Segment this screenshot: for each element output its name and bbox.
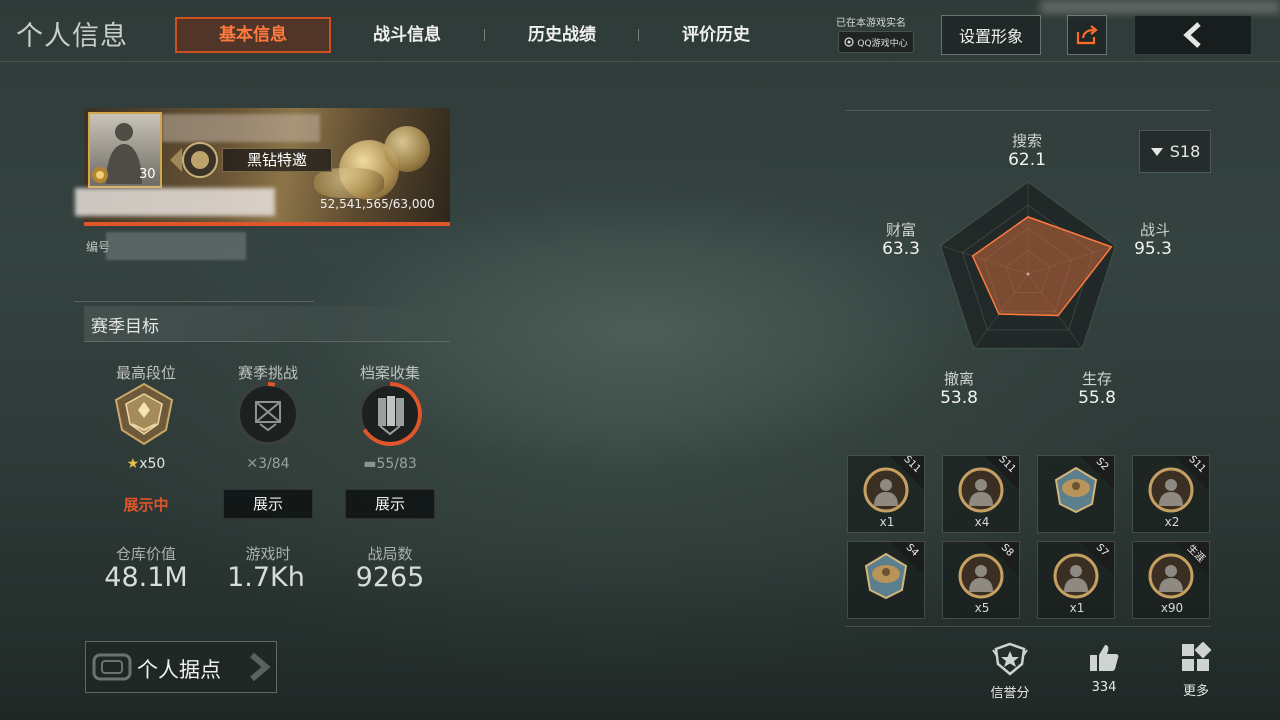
base-icon: [92, 653, 132, 681]
warehouse-value-label: 仓库价值: [115, 545, 176, 563]
share-icon: [1076, 25, 1098, 45]
credit-score-label: 信誉分: [990, 686, 1030, 701]
blurred-area: [1040, 0, 1280, 14]
player-level: 30: [139, 167, 156, 182]
badge-count: x4: [974, 515, 990, 529]
grid-more-icon: [1182, 641, 1212, 671]
tab-separator: [638, 29, 639, 41]
realname-note: 已在本游戏实名: [836, 18, 906, 29]
season-goals-title: 赛季目标: [91, 317, 159, 337]
tab-separator: [484, 29, 485, 41]
season-challenge-icon[interactable]: [234, 380, 302, 448]
back-button[interactable]: [1134, 15, 1252, 55]
chevron-down-icon: [1150, 147, 1163, 156]
badge-count: x5: [974, 601, 990, 615]
redacted-info: [75, 188, 275, 216]
match-count-value: 9265: [355, 562, 425, 593]
season-dropdown-value: S18: [1169, 142, 1201, 161]
badge-count: x2: [1164, 515, 1180, 529]
more-label: 更多: [1182, 684, 1209, 699]
redacted-player-id: [106, 232, 246, 260]
radar-axis-combat-name: 战斗: [1139, 221, 1170, 239]
radar-axis-wealth-value: 63.3: [882, 239, 920, 259]
play-time-value: 1.7Kh: [227, 562, 305, 593]
qq-icon: [844, 37, 855, 47]
badge-item[interactable]: S11 x2: [1132, 455, 1210, 533]
archive-collection-count: ▬55/83: [363, 456, 417, 472]
radar-axis-survival-name: 生存: [1081, 370, 1112, 388]
laurel-icon: [92, 167, 108, 183]
divider: [845, 110, 1211, 111]
show-challenge-button[interactable]: 展示: [223, 489, 313, 519]
tab-review-history[interactable]: 评价历史: [659, 17, 773, 53]
radar-axis-combat-value: 95.3: [1134, 239, 1172, 259]
rank-emblem-icon: [170, 142, 218, 178]
tab-battle-info[interactable]: 战斗信息: [350, 17, 464, 53]
badge-item[interactable]: S7 x1: [1037, 541, 1115, 619]
folder-icon: ▬: [363, 456, 377, 472]
set-avatar-button[interactable]: 设置形象: [941, 15, 1041, 55]
badge-item[interactable]: S11 x1: [847, 455, 925, 533]
badge-item[interactable]: S8 x5: [942, 541, 1020, 619]
badge-count: x1: [1069, 601, 1085, 615]
match-count-label: 战局数: [367, 545, 413, 563]
badge-item[interactable]: S11 x4: [942, 455, 1020, 533]
personal-base-label: 个人据点: [137, 658, 221, 682]
progress-bar-fill: [84, 222, 450, 226]
star-icon: ★: [126, 456, 140, 472]
asset-progress-text: 52,541,565/63,000: [320, 197, 435, 211]
season-dropdown[interactable]: S18: [1139, 130, 1211, 173]
play-time-label: 游戏时: [245, 545, 291, 563]
divider: [845, 626, 1211, 627]
radar-chart: [939, 181, 1117, 349]
more-button[interactable]: 更多: [1166, 641, 1226, 699]
chevron-right-icon: [250, 652, 271, 682]
share-button[interactable]: [1067, 15, 1107, 55]
page-title: 个人信息: [16, 21, 128, 52]
badge-item[interactable]: S4: [847, 541, 925, 619]
show-archive-button[interactable]: 展示: [345, 489, 435, 519]
qq-badge-label: QQ游戏中心: [857, 38, 908, 49]
highest-rank-count: ★x50: [126, 456, 166, 472]
tab-history-record[interactable]: 历史战绩: [505, 17, 619, 53]
badge-item[interactable]: S2: [1037, 455, 1115, 533]
qq-game-center-badge[interactable]: QQ游戏中心: [838, 31, 914, 53]
radar-axis-extract-value: 53.8: [940, 388, 978, 408]
shield-star-icon: [992, 642, 1028, 676]
rank-badge-icon[interactable]: [110, 380, 178, 448]
radar-axis-search-value: 62.1: [1008, 150, 1046, 170]
archive-collection-icon[interactable]: [356, 380, 424, 448]
crossed-swords-icon: ✕: [246, 456, 259, 472]
radar-axis-survival-value: 55.8: [1078, 388, 1116, 408]
tab-basic-info[interactable]: 基本信息: [175, 17, 331, 53]
badge-count: x1: [879, 515, 895, 529]
season-challenge-count: ✕3/84: [246, 456, 290, 472]
badge-count: x90: [1160, 601, 1184, 615]
badge-item[interactable]: 生涯 x90: [1132, 541, 1210, 619]
rank-name: 黑钻特邀: [222, 148, 332, 172]
warehouse-value: 48.1M: [104, 562, 188, 593]
radar-axis-search-name: 搜索: [1011, 132, 1042, 150]
credit-score-button[interactable]: 信誉分: [980, 642, 1040, 701]
thumbs-up-icon: [1090, 645, 1119, 671]
divider: [74, 301, 314, 302]
radar-center: [1026, 272, 1030, 276]
radar-axis-wealth-name: 财富: [885, 221, 916, 239]
showing-status: 展示中: [123, 496, 169, 514]
likes-count: 334: [1091, 680, 1117, 695]
likes-button[interactable]: 334: [1074, 642, 1134, 695]
radar-axis-extract-name: 撤离: [943, 370, 974, 388]
chevron-left-icon: [1183, 22, 1201, 48]
